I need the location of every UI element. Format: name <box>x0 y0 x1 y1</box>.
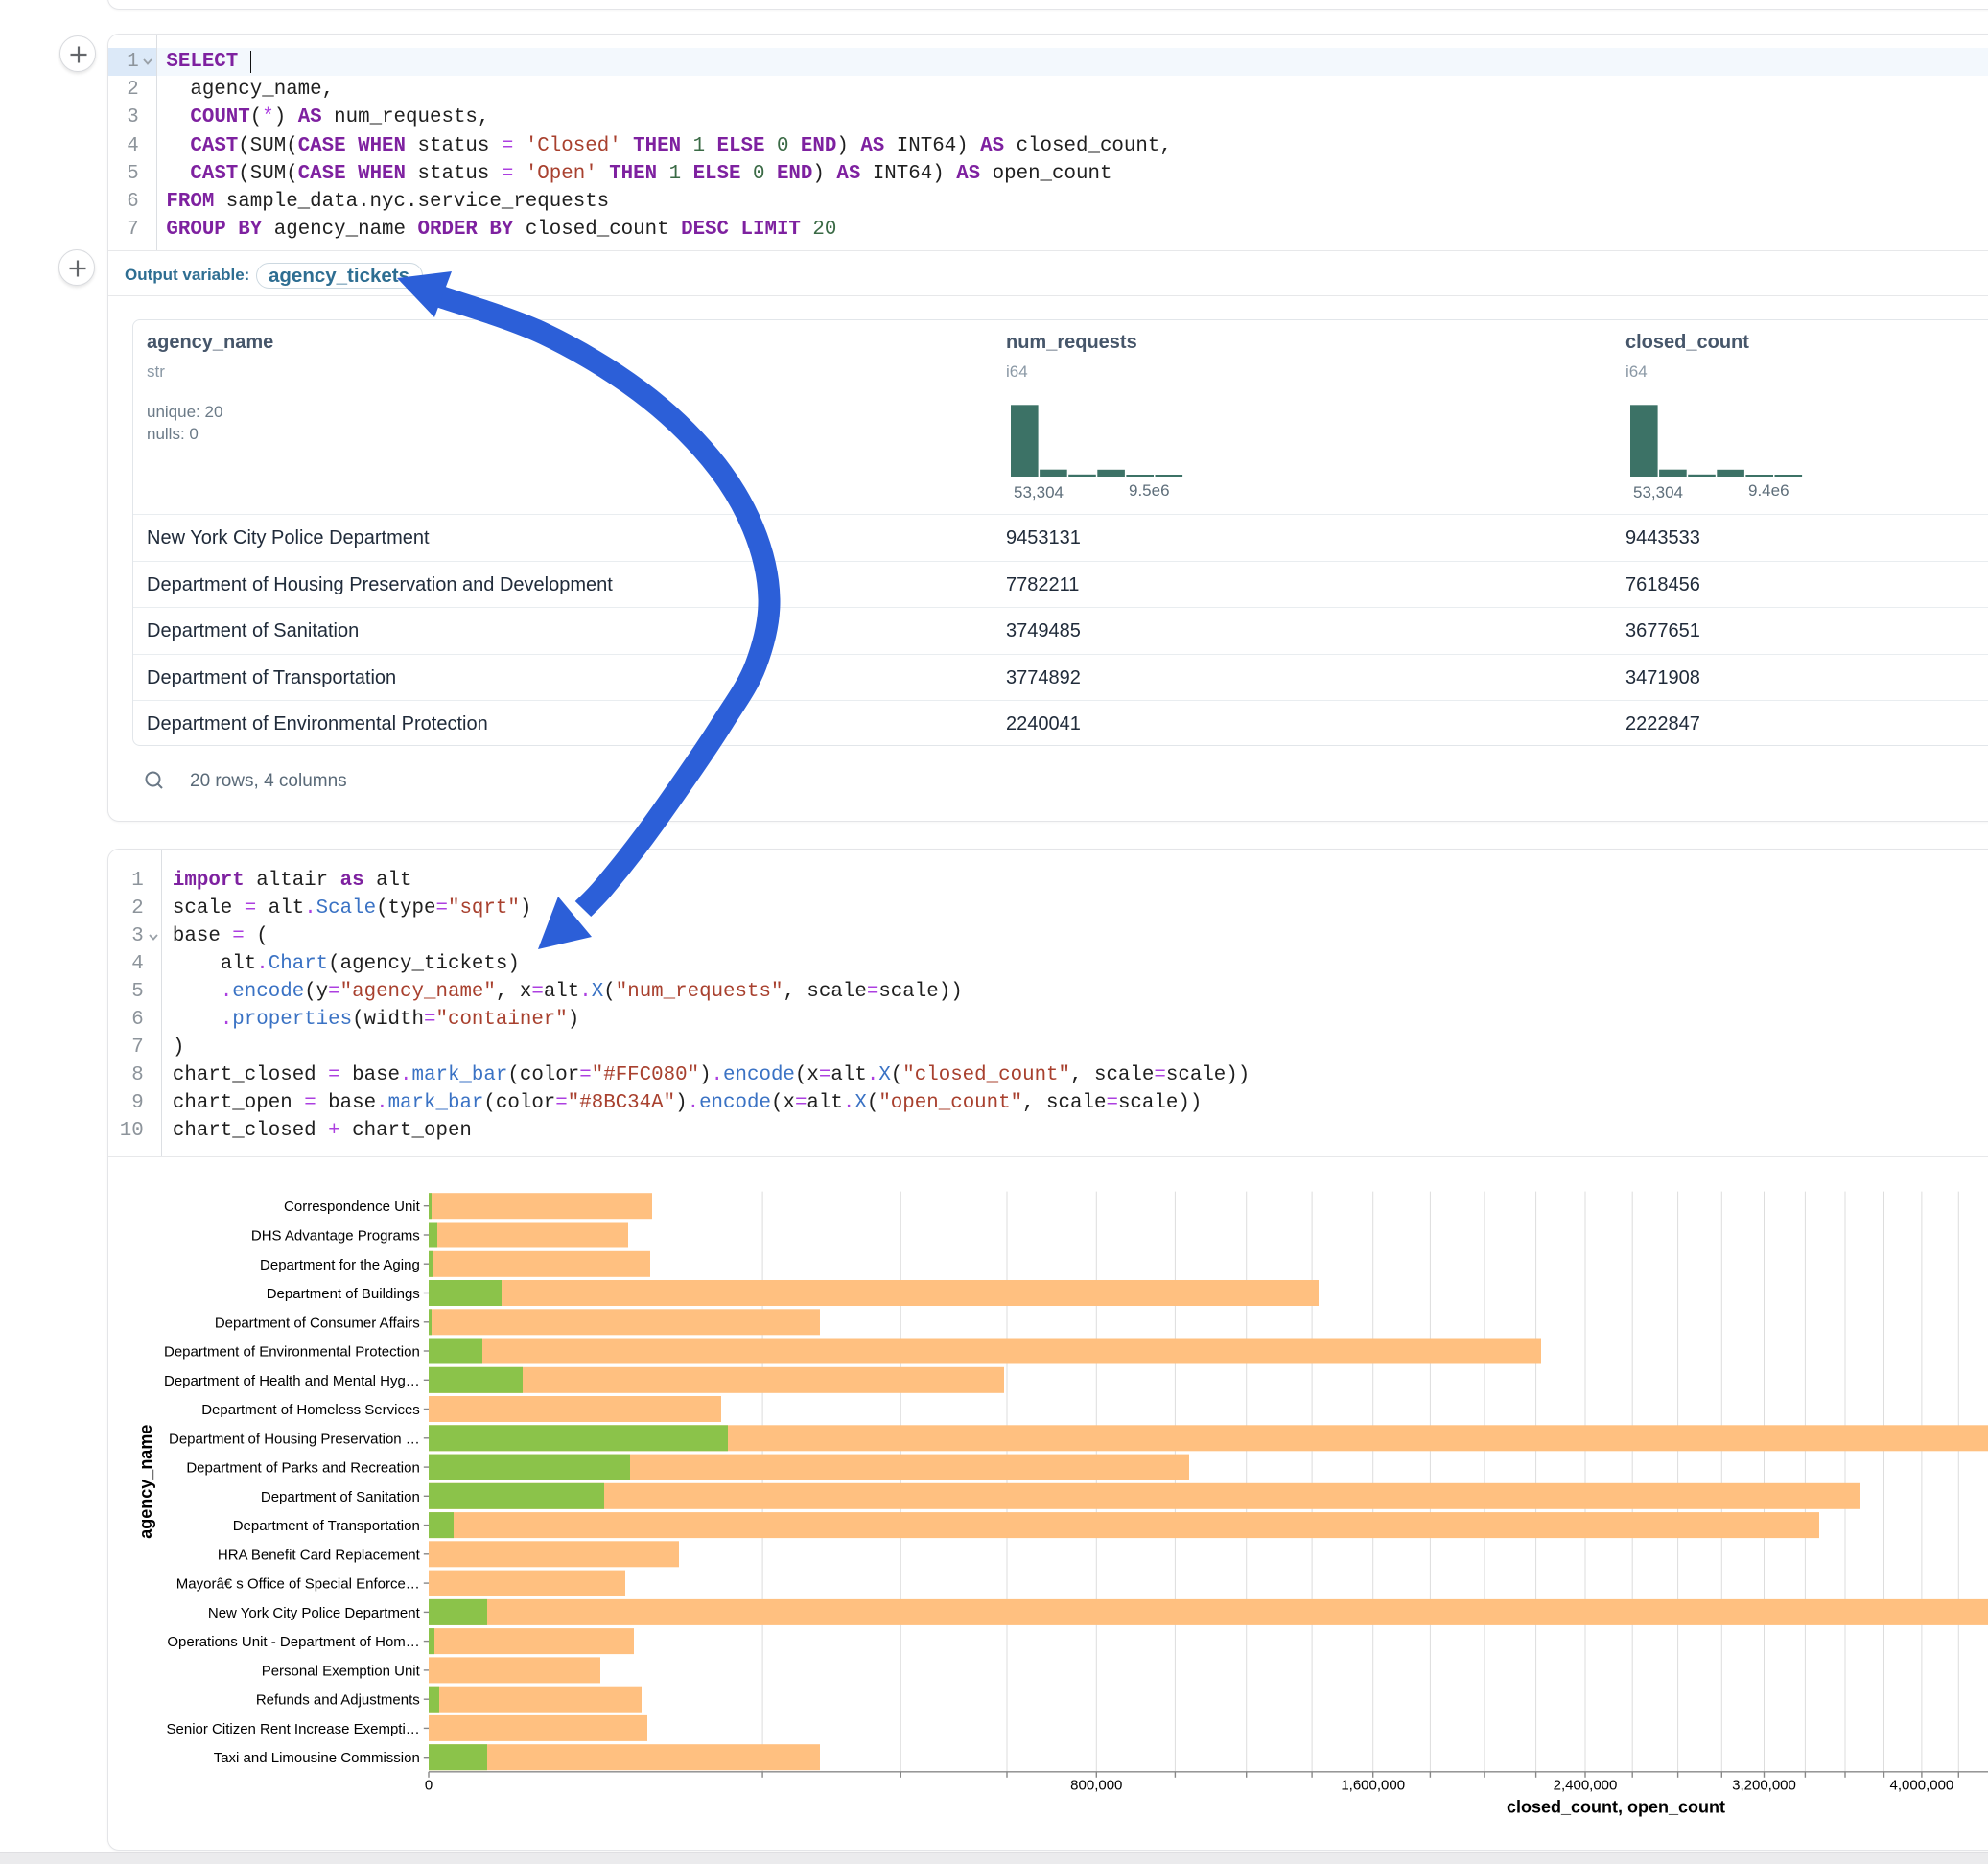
svg-text:Department of Housing Preserva: Department of Housing Preservation … <box>169 1431 420 1447</box>
svg-text:Department of Environmental Pr: Department of Environmental Protection <box>164 1344 420 1361</box>
svg-text:Taxi and Limousine Commission: Taxi and Limousine Commission <box>214 1750 420 1766</box>
svg-text:2,400,000: 2,400,000 <box>1554 1778 1618 1794</box>
svg-text:HRA Benefit Card Replacement: HRA Benefit Card Replacement <box>218 1547 421 1563</box>
svg-text:agency_name: agency_name <box>136 1425 155 1539</box>
svg-text:Operations Unit - Department o: Operations Unit - Department of Hom… <box>167 1634 419 1650</box>
svg-text:New York City Police Departmen: New York City Police Department <box>208 1605 421 1621</box>
svg-text:Department of Sanitation: Department of Sanitation <box>261 1489 420 1505</box>
svg-text:Department of Buildings: Department of Buildings <box>267 1286 420 1302</box>
svg-text:1,600,000: 1,600,000 <box>1341 1778 1405 1794</box>
svg-text:0: 0 <box>425 1778 433 1794</box>
svg-text:Department of Homeless Service: Department of Homeless Services <box>201 1402 420 1418</box>
svg-text:Refunds and Adjustments: Refunds and Adjustments <box>256 1692 420 1709</box>
svg-text:Personal Exemption Unit: Personal Exemption Unit <box>262 1663 421 1679</box>
svg-text:Mayorâ€ s Office of Special En: Mayorâ€ s Office of Special Enforce… <box>176 1576 420 1593</box>
svg-text:Department of Parks and Recrea: Department of Parks and Recreation <box>186 1460 419 1477</box>
svg-text:3,200,000: 3,200,000 <box>1732 1778 1796 1794</box>
svg-text:Department of Health and Menta: Department of Health and Mental Hyg… <box>164 1373 420 1389</box>
svg-text:DHS Advantage Programs: DHS Advantage Programs <box>251 1228 420 1245</box>
svg-text:Senior Citizen Rent Increase E: Senior Citizen Rent Increase Exempti… <box>167 1721 420 1737</box>
svg-text:Department of Consumer Affairs: Department of Consumer Affairs <box>215 1315 420 1331</box>
svg-text:Department for the Aging: Department for the Aging <box>260 1257 420 1273</box>
svg-text:closed_count, open_count: closed_count, open_count <box>1507 1798 1725 1817</box>
svg-text:Department of Transportation: Department of Transportation <box>233 1518 420 1534</box>
svg-text:4,000,000: 4,000,000 <box>1890 1778 1954 1794</box>
svg-text:800,000: 800,000 <box>1070 1778 1122 1794</box>
svg-text:Correspondence Unit: Correspondence Unit <box>284 1199 421 1215</box>
